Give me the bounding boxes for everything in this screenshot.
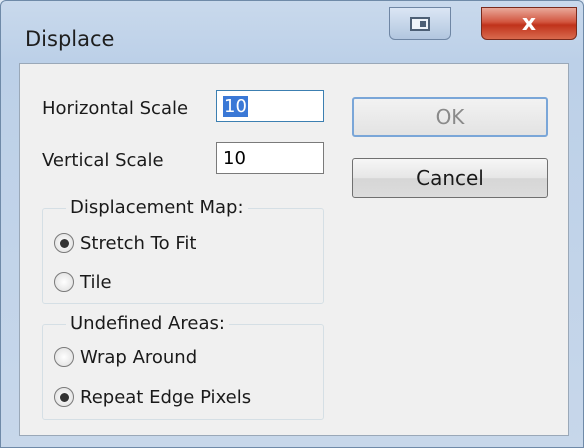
radio-label: Wrap Around	[80, 346, 198, 368]
radio-button-icon[interactable]	[54, 272, 74, 292]
vertical-scale-value: 10	[223, 147, 246, 169]
radio-repeat-edge-pixels[interactable]: Repeat Edge Pixels	[54, 383, 251, 411]
radio-button-icon[interactable]	[54, 233, 74, 253]
close-button[interactable]: x	[481, 7, 577, 40]
radio-button-icon[interactable]	[54, 347, 74, 367]
context-help-icon	[410, 16, 430, 31]
context-help-button[interactable]	[389, 7, 451, 40]
radio-label: Repeat Edge Pixels	[80, 386, 252, 408]
horizontal-scale-input[interactable]: 10	[216, 90, 324, 122]
title-bar[interactable]: Displace x	[1, 1, 583, 61]
horizontal-scale-value: 10	[223, 95, 248, 117]
cancel-button[interactable]: Cancel	[352, 158, 548, 198]
window-title: Displace	[25, 27, 115, 51]
radio-button-icon[interactable]	[54, 387, 74, 407]
vertical-scale-input[interactable]: 10	[216, 142, 324, 174]
radio-label: Tile	[80, 271, 112, 293]
horizontal-scale-label: Horizontal Scale	[42, 98, 189, 119]
close-icon: x	[521, 10, 537, 36]
dialog-window: Displace x Horizontal Scale 10 Vertical …	[0, 0, 584, 448]
radio-wrap-around[interactable]: Wrap Around	[54, 343, 197, 371]
radio-label: Stretch To Fit	[80, 232, 197, 254]
undefined-areas-title: Undefined Areas:	[66, 313, 229, 334]
vertical-scale-label: Vertical Scale	[42, 150, 164, 171]
dialog-client-area: Horizontal Scale 10 Vertical Scale 10 OK…	[19, 63, 569, 436]
radio-tile[interactable]: Tile	[54, 268, 112, 296]
ok-button[interactable]: OK	[352, 97, 548, 137]
displacement-map-title: Displacement Map:	[66, 197, 248, 218]
radio-stretch-to-fit[interactable]: Stretch To Fit	[54, 229, 196, 257]
